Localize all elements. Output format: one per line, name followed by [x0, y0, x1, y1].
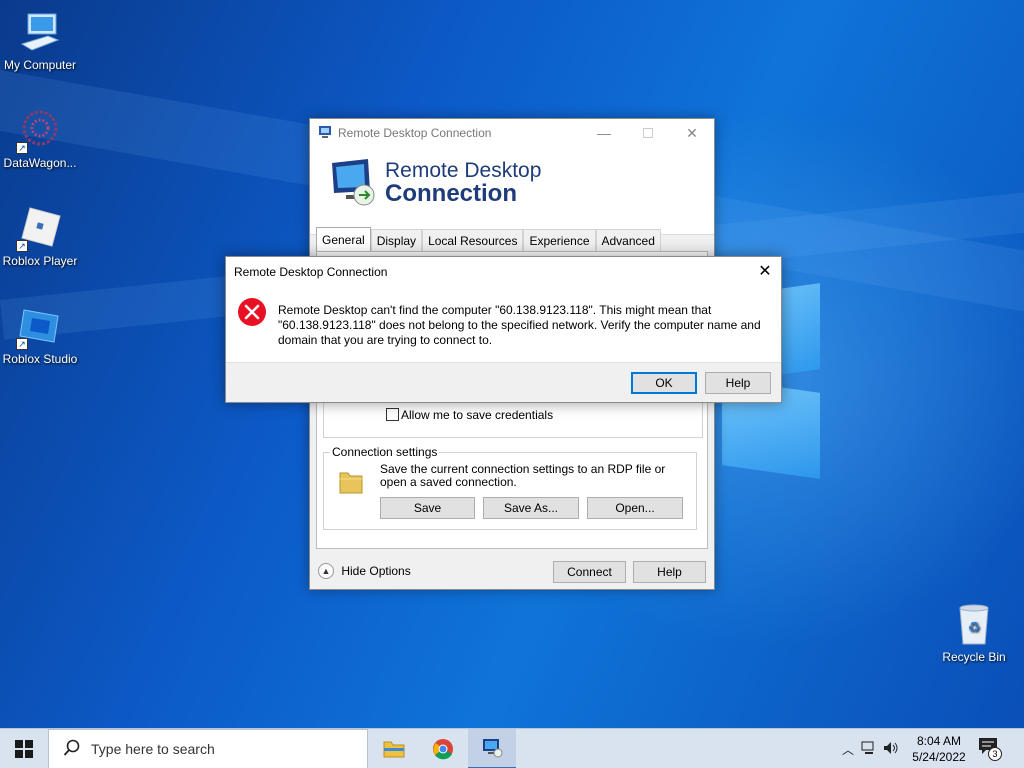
desktop-icon-roblox-player[interactable]: ↗ Roblox Player	[0, 206, 80, 268]
maximize-icon	[643, 128, 653, 138]
notification-center-button[interactable]: 3	[978, 737, 1006, 761]
open-button[interactable]: Open...	[587, 497, 683, 519]
taskbar-search-box[interactable]: Type here to search	[48, 729, 368, 768]
error-icon	[237, 297, 267, 330]
error-message: Remote Desktop can't find the computer "…	[278, 303, 761, 347]
desktop: My Computer ↗ DataWagon... ↗ Roblox Play…	[0, 0, 1024, 728]
notification-badge: 3	[988, 747, 1002, 761]
minimize-icon: —	[597, 125, 611, 141]
roblox-studio-icon: ↗	[16, 304, 62, 350]
search-placeholder: Type here to search	[91, 741, 215, 757]
ok-button[interactable]: OK	[631, 372, 697, 394]
rdp-window-title: Remote Desktop Connection	[338, 126, 492, 140]
desktop-icon-label: Recycle Bin	[942, 650, 1006, 664]
folder-icon	[383, 741, 405, 758]
maximize-button[interactable]	[626, 119, 670, 147]
network-icon[interactable]	[858, 741, 880, 758]
rdp-banner: Remote Desktop Connection	[310, 147, 714, 235]
tab-local-resources[interactable]: Local Resources	[422, 229, 524, 251]
chevron-up-icon: ▲	[318, 563, 334, 579]
minimize-button[interactable]: —	[582, 119, 626, 147]
taskbar: Type here to search ︿ 8:04 AM 5/24/2022 …	[0, 728, 1024, 768]
close-icon: ✕	[686, 124, 698, 141]
desktop-icon-my-computer[interactable]: My Computer	[0, 10, 80, 72]
volume-icon[interactable]	[880, 741, 902, 758]
connection-settings-group: Connection settings Save the current con…	[323, 445, 697, 530]
connection-settings-description: Save the current connection settings to …	[380, 462, 666, 489]
hide-options-toggle[interactable]: ▲ Hide Options	[318, 563, 411, 579]
roblox-player-icon: ↗	[16, 206, 62, 252]
hide-options-label: Hide Options	[341, 564, 411, 578]
folder-icon	[336, 467, 366, 500]
recycle-bin-icon: ♻	[952, 602, 996, 646]
windows-icon	[15, 740, 33, 758]
banner-title-line2: Connection	[385, 180, 517, 207]
desktop-icon-recycle-bin[interactable]: ♻ Recycle Bin	[934, 602, 1014, 664]
datawagon-icon: ↗	[16, 108, 62, 154]
rdp-titlebar[interactable]: Remote Desktop Connection — ✕	[310, 119, 714, 147]
tab-general[interactable]: General	[316, 227, 371, 251]
connect-button[interactable]: Connect	[553, 561, 626, 583]
start-button[interactable]	[0, 729, 48, 768]
chevron-up-icon[interactable]: ︿	[838, 741, 858, 758]
desktop-icon-roblox-studio[interactable]: ↗ Roblox Studio	[0, 304, 80, 366]
tab-advanced[interactable]: Advanced	[595, 229, 661, 251]
taskbar-clock[interactable]: 8:04 AM 5/24/2022	[908, 733, 970, 765]
shortcut-arrow-icon: ↗	[16, 338, 28, 350]
system-tray: ︿	[838, 729, 902, 768]
allow-save-credentials-checkbox[interactable]	[386, 408, 399, 421]
svg-text:♻: ♻	[968, 620, 981, 636]
computer-icon	[18, 10, 62, 54]
desktop-icon-datawagon[interactable]: ↗ DataWagon...	[0, 108, 80, 170]
error-dialog-footer: OK Help	[226, 362, 781, 402]
error-dialog-close-button[interactable]: ✕	[749, 257, 781, 285]
desktop-icon-label: DataWagon...	[3, 156, 77, 170]
close-button[interactable]: ✕	[670, 119, 714, 147]
rdp-tabs: General Display Local Resources Experien…	[316, 227, 661, 251]
connection-settings-legend: Connection settings	[330, 445, 440, 459]
error-dialog-title: Remote Desktop Connection	[234, 265, 388, 279]
rdp-help-button[interactable]: Help	[633, 561, 706, 583]
close-icon: ✕	[758, 263, 772, 280]
desktop-icon-label: Roblox Player	[2, 254, 78, 268]
taskbar-chrome[interactable]	[419, 729, 467, 768]
desktop-icon-label: My Computer	[3, 58, 77, 72]
search-icon	[63, 739, 81, 760]
tab-display[interactable]: Display	[370, 229, 423, 251]
save-as-button[interactable]: Save As...	[483, 497, 579, 519]
error-dialog: Remote Desktop Connection ✕ Remote Deskt…	[225, 256, 782, 403]
clock-date: 5/24/2022	[912, 750, 966, 764]
save-button[interactable]: Save	[380, 497, 475, 519]
taskbar-file-explorer[interactable]	[370, 729, 418, 768]
shortcut-arrow-icon: ↗	[16, 240, 28, 252]
remote-desktop-icon	[483, 739, 503, 758]
rdp-monitor-icon	[328, 157, 378, 210]
rdp-app-icon	[318, 125, 332, 142]
tab-experience[interactable]: Experience	[523, 229, 596, 251]
chrome-icon	[433, 739, 453, 760]
error-help-button[interactable]: Help	[705, 372, 771, 394]
taskbar-remote-desktop[interactable]	[468, 729, 516, 768]
shortcut-arrow-icon: ↗	[16, 142, 28, 154]
clock-time: 8:04 AM	[916, 734, 962, 748]
desktop-icon-label: Roblox Studio	[2, 352, 78, 366]
allow-save-credentials-label: Allow me to save credentials	[401, 408, 554, 422]
